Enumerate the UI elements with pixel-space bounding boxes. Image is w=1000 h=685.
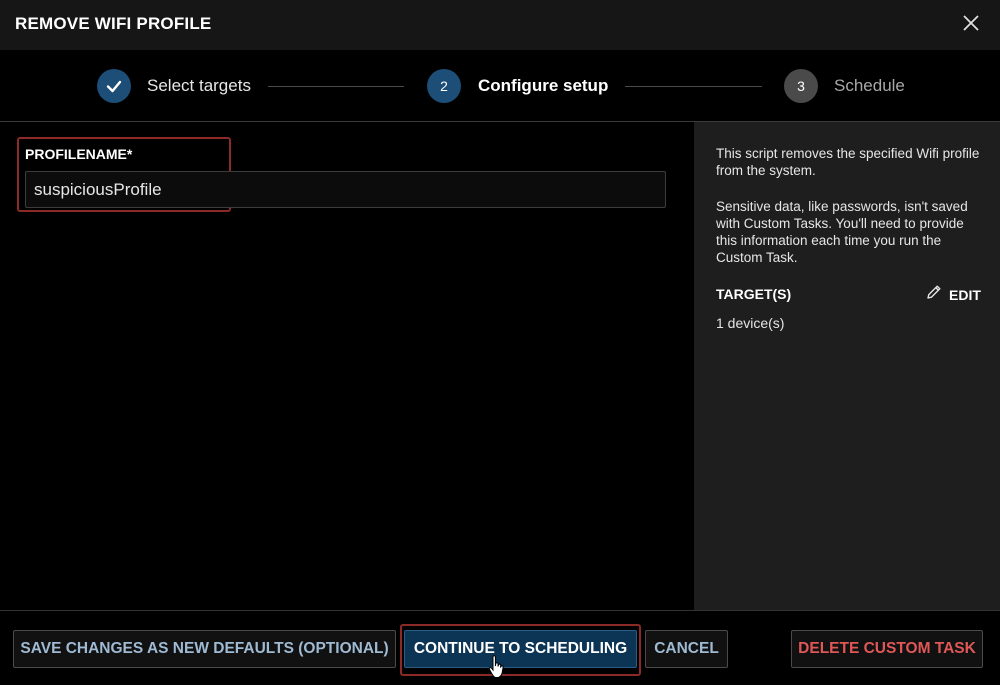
check-icon <box>97 69 131 103</box>
edit-label: EDIT <box>949 286 981 303</box>
edit-targets-button[interactable]: EDIT <box>925 283 981 306</box>
pencil-icon <box>925 283 943 306</box>
targets-heading: TARGET(S) <box>716 286 792 302</box>
step-schedule: Schedule <box>834 76 905 95</box>
step-connector <box>268 86 404 87</box>
profilename-input[interactable] <box>25 171 666 208</box>
step-configure-setup: Configure setup <box>478 76 609 95</box>
profilename-label: PROFILENAME* <box>25 146 133 162</box>
wizard-stepper: Select targets 2 Configure setup 3 Sched… <box>0 50 1000 122</box>
cancel-button[interactable]: CANCEL <box>645 630 728 668</box>
script-description: This script removes the specified Wifi p… <box>716 146 980 178</box>
remove-wifi-profile-dialog: REMOVE WIFI PROFILE Select targets 2 Con… <box>0 0 1000 685</box>
step-connector <box>625 86 762 87</box>
close-icon[interactable] <box>958 10 984 36</box>
sensitive-data-note: Sensitive data, like passwords, isn't sa… <box>716 199 968 265</box>
step-3-number: 3 <box>784 69 818 103</box>
save-as-defaults-button[interactable]: SAVE CHANGES AS NEW DEFAULTS (OPTIONAL) <box>13 630 396 668</box>
step-select-targets[interactable]: Select targets <box>147 76 251 96</box>
hand-cursor-icon <box>488 655 506 679</box>
dialog-title: REMOVE WIFI PROFILE <box>15 14 212 33</box>
step-2-number: 2 <box>427 69 461 103</box>
targets-count: 1 device(s) <box>716 315 785 331</box>
info-panel <box>694 122 1000 610</box>
dialog-titlebar: REMOVE WIFI PROFILE <box>0 0 1000 50</box>
delete-custom-task-button[interactable]: DELETE CUSTOM TASK <box>791 630 983 668</box>
continue-to-scheduling-button[interactable]: CONTINUE TO SCHEDULING <box>404 630 637 668</box>
